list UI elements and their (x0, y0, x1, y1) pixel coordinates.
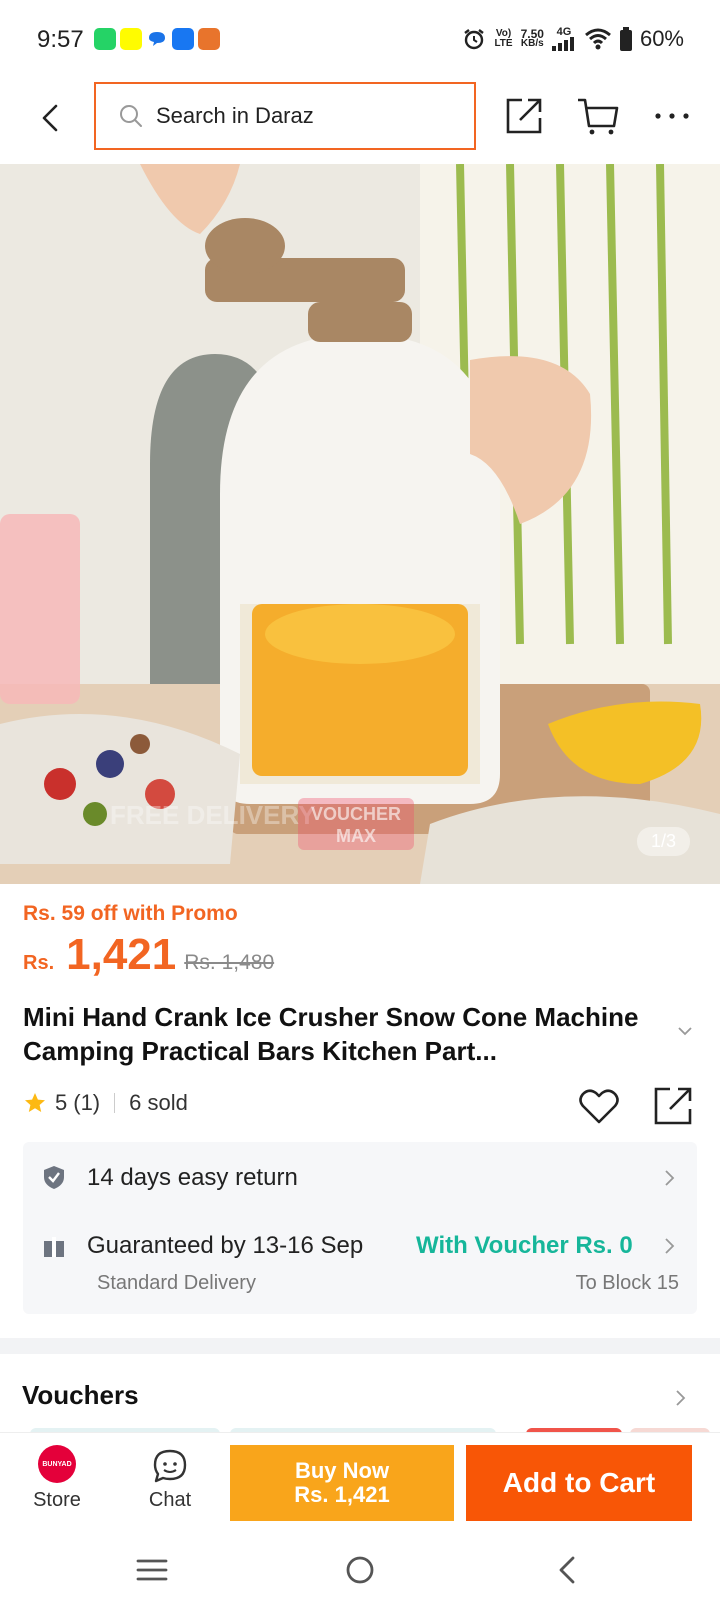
watermark-max: MAX (336, 826, 376, 846)
delivery-location: To Block 15 (575, 1272, 679, 1294)
facebook-icon (172, 28, 194, 50)
home-icon[interactable] (340, 1550, 380, 1590)
chat-label: Chat (148, 1489, 192, 1511)
whatsapp-icon (94, 28, 116, 50)
return-policy-row[interactable]: 14 days easy return (23, 1142, 697, 1214)
section-divider (0, 1338, 720, 1354)
chat-icon (153, 1449, 187, 1483)
chevron-right-icon (665, 1170, 675, 1186)
delivery-guarantee-text: Guaranteed by 13-16 Sep (87, 1232, 364, 1259)
separator (114, 1093, 116, 1113)
chevron-right-icon[interactable] (674, 1388, 688, 1408)
watermark-voucher: VOUCHER (311, 804, 401, 824)
store-label: Store (33, 1489, 81, 1511)
original-price: Rs. 1,480 (184, 951, 275, 974)
chevron-right-icon (665, 1238, 675, 1254)
signal-icon (551, 37, 574, 51)
product-image[interactable]: FREE DELIVERY VOUCHER MAX 1/3 (0, 164, 720, 884)
price-currency: Rs. (23, 952, 55, 974)
buy-now-label: Buy Now (294, 1458, 390, 1483)
more-icon[interactable] (650, 94, 694, 138)
messenger-icon (146, 28, 168, 50)
add-to-cart-button[interactable]: Add to Cart (466, 1445, 692, 1521)
chevron-down-icon[interactable] (676, 1022, 694, 1040)
return-policy-text: 14 days easy return (87, 1164, 298, 1191)
sold-count: 6 sold (129, 1090, 188, 1115)
delivery-row[interactable]: Guaranteed by 13-16 Sep With Voucher Rs.… (23, 1214, 697, 1314)
cart-icon[interactable] (576, 94, 620, 138)
heart-icon[interactable] (578, 1086, 620, 1126)
system-back-icon[interactable] (548, 1550, 588, 1590)
status-indicators: Vo) LTE 7.50 KB/s 4G 60% (462, 26, 684, 52)
buy-now-button[interactable]: Buy Now Rs. 1,421 (230, 1445, 454, 1521)
store-button[interactable]: BUNYAD Store (20, 1441, 94, 1525)
game-icon (198, 28, 220, 50)
notification-icons (94, 28, 220, 50)
delivery-box-icon (44, 1237, 64, 1257)
search-icon (120, 105, 142, 127)
alarm-icon (464, 29, 485, 50)
image-counter: 1/3 (636, 827, 690, 856)
search-placeholder: Search in Daraz (156, 103, 314, 128)
store-logo: BUNYAD (38, 1445, 76, 1483)
volte-indicator: Vo) LTE (494, 28, 513, 49)
top-nav: Search in Daraz (0, 82, 720, 164)
status-bar: 9:57 Vo) LTE 7.50 KB/s 4G 60% (0, 0, 720, 82)
battery-percent: 60% (639, 26, 684, 51)
price-row: Rs. 1,421 Rs. 1,480 (23, 930, 274, 980)
signal-indicator: 4G (551, 27, 576, 51)
product-title: Mini Hand Crank Ice Crusher Snow Cone Ma… (23, 1002, 639, 1066)
system-nav-bar (0, 1532, 720, 1608)
buy-now-price: Rs. 1,421 (294, 1482, 390, 1507)
share-icon[interactable] (502, 94, 546, 138)
rating-row[interactable]: 5 (1) 6 sold (23, 1090, 188, 1116)
delivery-type: Standard Delivery (97, 1272, 256, 1294)
voucher-delivery-text: With Voucher Rs. 0 (416, 1232, 633, 1259)
snapchat-icon (120, 28, 142, 50)
wifi-icon (584, 28, 611, 50)
back-icon[interactable] (30, 98, 70, 138)
watermark-free-delivery: FREE DELIVERY (110, 800, 316, 830)
rating-count: (1) (73, 1090, 101, 1115)
network-speed: 7.50 KB/s (520, 27, 544, 49)
bottom-action-bar: BUNYAD Store Chat Buy Now Rs. 1,421 Add … (0, 1432, 720, 1532)
star-icon (25, 1093, 45, 1112)
chat-button[interactable]: Chat (133, 1441, 207, 1525)
service-panel: 14 days easy return Guaranteed by 13-16 … (23, 1142, 697, 1314)
price-value: 1,421 (66, 930, 177, 979)
status-time: 9:57 (37, 26, 84, 53)
promo-text: Rs. 59 off with Promo (23, 902, 238, 925)
search-input[interactable]: Search in Daraz (94, 82, 476, 150)
battery-icon (619, 27, 632, 51)
product-photo: FREE DELIVERY VOUCHER MAX (0, 164, 720, 884)
rating-value: 5 (55, 1090, 68, 1115)
shield-icon (44, 1166, 64, 1189)
recent-apps-icon[interactable] (132, 1550, 172, 1590)
vouchers-title: Vouchers (22, 1380, 139, 1410)
share-icon[interactable] (652, 1085, 694, 1127)
